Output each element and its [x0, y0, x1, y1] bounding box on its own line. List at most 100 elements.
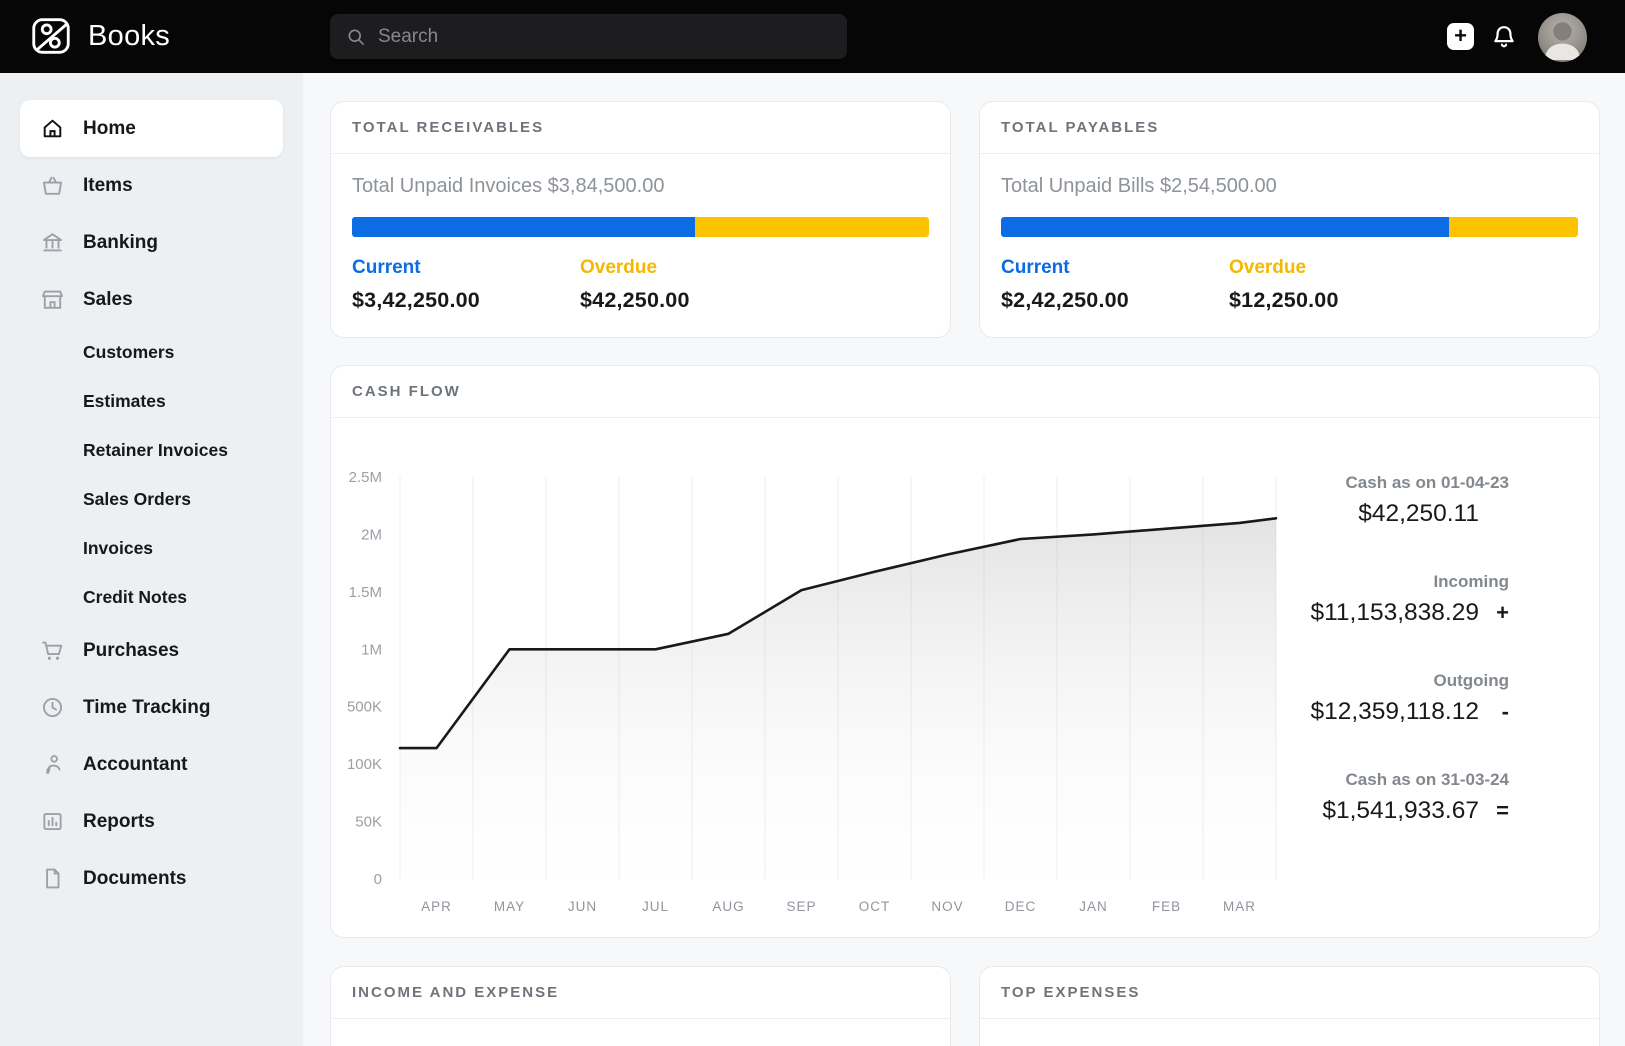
sidebar-subitem-retainer-invoices[interactable]: Retainer Invoices	[0, 426, 303, 475]
current-label: Current	[352, 257, 580, 279]
cash-flow-body: 2.5M2M1.5M1M500K100K50K0APRMAYJUNJULAUGS…	[331, 418, 1599, 938]
sidebar-subitem-invoices[interactable]: Invoices	[0, 524, 303, 573]
main-content: TOTAL RECEIVABLES Total Unpaid Invoices …	[303, 73, 1625, 1046]
receivables-current-segment	[352, 217, 695, 237]
sidebar-subitem-label: Customers	[83, 342, 174, 363]
total-payables-card: TOTAL PAYABLES Total Unpaid Bills $2,54,…	[979, 101, 1600, 338]
books-logo-icon	[28, 13, 74, 59]
current-amount: $3,42,250.00	[352, 288, 580, 313]
search-input[interactable]	[378, 26, 831, 48]
cash-flow-stat: Cash as on 01-04-23 $42,250.11	[1311, 473, 1510, 528]
overdue-amount: $42,250.00	[580, 288, 690, 313]
sidebar-item-label: Banking	[83, 232, 158, 254]
sidebar-subitem-sales-orders[interactable]: Sales Orders	[0, 475, 303, 524]
kpi-row: TOTAL RECEIVABLES Total Unpaid Invoices …	[330, 101, 1600, 338]
sidebar-item-sales[interactable]: Sales	[0, 271, 303, 328]
payables-summary: Total Unpaid Bills $2,54,500.00	[1001, 175, 1578, 198]
cash-flow-card: CASH FLOW 2.5M2M1.5M1M500K100K50K0APRMAY…	[330, 365, 1600, 938]
overdue-amount: $12,250.00	[1229, 288, 1339, 313]
sidebar-subitem-credit-notes[interactable]: Credit Notes	[0, 573, 303, 622]
sidebar-item-accountant[interactable]: Accountant	[0, 736, 303, 793]
receivables-current: Current $3,42,250.00	[352, 257, 580, 313]
stat-label: Cash as on 01-04-23	[1311, 473, 1510, 493]
sidebar-item-reports[interactable]: Reports	[0, 793, 303, 850]
sidebar-subitem-customers[interactable]: Customers	[0, 328, 303, 377]
card-title-payables: TOTAL PAYABLES	[980, 102, 1599, 154]
sidebar-item-home[interactable]: Home	[20, 100, 283, 157]
cash-flow-stat: Cash as on 31-03-24 $1,541,933.67=	[1311, 770, 1510, 825]
stat-operator: =	[1483, 798, 1509, 824]
overdue-label: Overdue	[580, 257, 690, 279]
stat-label: Cash as on 31-03-24	[1311, 770, 1510, 790]
payables-current-segment	[1001, 217, 1449, 237]
sidebar-item-banking[interactable]: Banking	[0, 214, 303, 271]
card-title-income-expense: INCOME AND EXPENSE	[331, 967, 950, 1019]
y-tick-label: 1.5M	[349, 584, 382, 601]
cash-flow-stats: Cash as on 01-04-23 $42,250.11 Incoming $11…	[1311, 473, 1510, 869]
card-title-receivables: TOTAL RECEIVABLES	[331, 102, 950, 154]
card-title-top-expenses: TOP EXPENSES	[980, 967, 1599, 1019]
sidebar-item-documents[interactable]: Documents	[0, 850, 303, 907]
sidebar-item-label: Reports	[83, 811, 155, 833]
document-icon	[40, 866, 65, 891]
sidebar-item-time-tracking[interactable]: Time Tracking	[0, 679, 303, 736]
payables-progress-bar	[1001, 217, 1578, 237]
current-amount: $2,42,250.00	[1001, 288, 1229, 313]
home-icon	[40, 116, 65, 141]
receivables-summary: Total Unpaid Invoices $3,84,500.00	[352, 175, 929, 198]
bottom-row: INCOME AND EXPENSE TOP EXPENSES	[330, 966, 1600, 1046]
sidebar-item-label: Purchases	[83, 640, 179, 662]
sidebar-subitem-label: Credit Notes	[83, 587, 187, 608]
user-avatar[interactable]	[1538, 13, 1587, 62]
stat-value: $11,153,838.29	[1311, 599, 1480, 627]
card-title-cash-flow: CASH FLOW	[331, 366, 1599, 418]
stat-value: $42,250.11	[1358, 500, 1479, 528]
person-icon	[40, 752, 65, 777]
sidebar-subitem-estimates[interactable]: Estimates	[0, 377, 303, 426]
sidebar-nav: Home Items Banking Sales Customers Estimates R…	[0, 73, 303, 1046]
x-month-label: JAN	[1079, 899, 1108, 914]
sidebar-item-items[interactable]: Items	[0, 157, 303, 214]
plus-icon: +	[1454, 25, 1467, 47]
sidebar-subitem-label: Estimates	[83, 391, 166, 412]
create-new-button[interactable]: +	[1447, 23, 1474, 50]
current-label: Current	[1001, 257, 1229, 279]
x-month-label: MAR	[1223, 899, 1256, 914]
x-month-label: NOV	[931, 899, 963, 914]
overdue-label: Overdue	[1229, 257, 1339, 279]
stat-value: $1,541,933.67	[1322, 797, 1479, 825]
x-month-label: FEB	[1152, 899, 1181, 914]
sidebar-item-purchases[interactable]: Purchases	[0, 622, 303, 679]
y-tick-label: 50K	[355, 814, 382, 831]
sidebar-item-label: Time Tracking	[83, 697, 210, 719]
app-logo[interactable]: Books	[28, 13, 170, 59]
sidebar-item-label: Items	[83, 175, 133, 197]
stat-label: Outgoing	[1311, 671, 1510, 691]
x-month-label: APR	[421, 899, 452, 914]
y-tick-label: 500K	[347, 699, 382, 716]
stat-value: $12,359,118.12	[1311, 698, 1480, 726]
search-icon	[346, 27, 366, 47]
cash-flow-stat: Outgoing$12,359,118.12-	[1311, 671, 1510, 726]
total-receivables-card: TOTAL RECEIVABLES Total Unpaid Invoices …	[330, 101, 951, 338]
x-month-label: SEP	[786, 899, 816, 914]
payables-body: Total Unpaid Bills $2,54,500.00 Current …	[980, 154, 1599, 313]
clock-icon	[40, 695, 65, 720]
sidebar-subitem-label: Invoices	[83, 538, 153, 559]
receivables-overdue-segment	[695, 217, 929, 237]
notifications-bell-icon[interactable]	[1490, 23, 1518, 51]
x-month-label: MAY	[494, 899, 525, 914]
avatar-photo	[1538, 13, 1587, 62]
y-tick-label: 0	[374, 871, 382, 888]
sidebar-subitem-label: Retainer Invoices	[83, 440, 228, 461]
basket-icon	[40, 173, 65, 198]
stat-operator: +	[1483, 600, 1509, 626]
sidebar-subitem-label: Sales Orders	[83, 489, 191, 510]
search-bar[interactable]	[330, 14, 847, 59]
stat-label: Incoming	[1311, 572, 1510, 592]
app-name: Books	[88, 20, 170, 53]
x-month-label: JUL	[642, 899, 669, 914]
receivables-breakdown: Current $3,42,250.00 Overdue $42,250.00	[352, 257, 929, 313]
x-month-label: JUN	[568, 899, 597, 914]
x-month-label: DEC	[1005, 899, 1037, 914]
